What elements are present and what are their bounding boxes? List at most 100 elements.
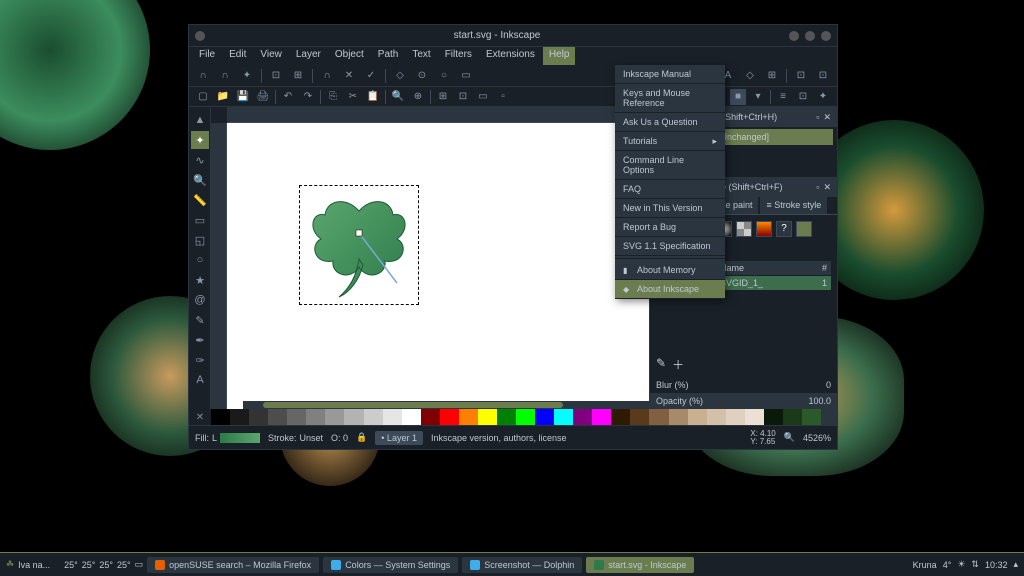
detach-icon[interactable]: ▫ <box>816 112 819 123</box>
paint-current-icon[interactable] <box>796 221 812 237</box>
help-svg-spec[interactable]: SVG 1.1 Specification <box>615 237 725 256</box>
palette-color[interactable] <box>745 409 764 425</box>
zoom-icon[interactable]: 🔍 <box>390 89 406 105</box>
snap-icon[interactable]: ⊙ <box>414 68 430 84</box>
opacity-label[interactable]: O: 0 <box>331 433 348 443</box>
menu-file[interactable]: File <box>193 47 221 65</box>
star-tool-icon[interactable]: ★ <box>191 271 209 289</box>
help-manual[interactable]: Inkscape Manual <box>615 65 725 84</box>
menu-edit[interactable]: Edit <box>223 47 252 65</box>
palette-color[interactable] <box>383 409 402 425</box>
menu-filters[interactable]: Filters <box>439 47 478 65</box>
palette-color[interactable] <box>364 409 383 425</box>
palette-none-icon[interactable]: ✕ <box>189 409 211 425</box>
palette-color[interactable] <box>344 409 363 425</box>
lock-icon[interactable]: 🔒 <box>356 432 367 443</box>
color-picker-icon[interactable]: ▾ <box>750 89 766 105</box>
snap-icon[interactable]: ○ <box>436 68 452 84</box>
menu-path[interactable]: Path <box>372 47 405 65</box>
clone-icon[interactable]: ⊡ <box>455 89 471 105</box>
task-inkscape[interactable]: start.svg - Inkscape <box>586 557 694 573</box>
palette-color[interactable] <box>497 409 516 425</box>
show-desktop-icon[interactable]: ▭ <box>135 559 144 570</box>
help-memory[interactable]: ▮About Memory <box>615 261 725 280</box>
align-icon[interactable]: ⊞ <box>764 68 780 84</box>
pen-tool-icon[interactable]: ✒ <box>191 331 209 349</box>
palette-color[interactable] <box>573 409 592 425</box>
menu-layer[interactable]: Layer <box>290 47 327 65</box>
network-icon[interactable]: ⇅ <box>971 559 979 570</box>
palette-color[interactable] <box>402 409 421 425</box>
palette-color[interactable] <box>592 409 611 425</box>
cut-icon[interactable]: ✂ <box>345 89 361 105</box>
palette-color[interactable] <box>421 409 440 425</box>
selector-tool-icon[interactable]: ▲ <box>191 111 209 129</box>
palette-color[interactable] <box>649 409 668 425</box>
task-settings[interactable]: Colors — System Settings <box>323 557 458 573</box>
menu-text[interactable]: Text <box>406 47 436 65</box>
palette-color[interactable] <box>478 409 497 425</box>
palette-color[interactable] <box>611 409 630 425</box>
undo-icon[interactable]: ↶ <box>280 89 296 105</box>
help-tutorials[interactable]: Tutorials <box>615 132 725 151</box>
palette-color[interactable] <box>726 409 745 425</box>
menu-view[interactable]: View <box>254 47 288 65</box>
user-label[interactable]: Iva na... <box>18 560 50 570</box>
palette-more-icon[interactable] <box>821 409 837 425</box>
ellipse-tool-icon[interactable]: ○ <box>191 251 209 269</box>
close-panel-icon[interactable]: ✕ <box>823 112 831 123</box>
palette-color[interactable] <box>459 409 478 425</box>
ruler-vertical[interactable] <box>211 123 227 409</box>
clock[interactable]: 10:32 <box>985 560 1008 570</box>
add-stop-icon[interactable]: ＋ <box>672 356 684 373</box>
redo-icon[interactable]: ↷ <box>300 89 316 105</box>
canvas[interactable] <box>227 123 649 409</box>
detach-icon[interactable]: ▫ <box>816 182 819 193</box>
palette-color[interactable] <box>802 409 821 425</box>
palette-color[interactable] <box>535 409 554 425</box>
palette-color[interactable] <box>669 409 688 425</box>
snap-icon[interactable]: ∩ <box>217 68 233 84</box>
xml-icon[interactable]: ◇ <box>742 68 758 84</box>
print-icon[interactable]: 🖨 <box>255 89 271 105</box>
help-faq[interactable]: FAQ <box>615 180 725 199</box>
weather-temp[interactable]: 4° <box>943 560 952 570</box>
group-icon[interactable]: ▭ <box>475 89 491 105</box>
object-icon[interactable]: ⊡ <box>795 89 811 105</box>
palette-color[interactable] <box>287 409 306 425</box>
text-tool-icon[interactable]: A <box>191 371 209 389</box>
tweak-tool-icon[interactable]: ∿ <box>191 151 209 169</box>
zoom-icon[interactable]: 🔍 <box>784 432 795 443</box>
node-tool-icon[interactable]: ✦ <box>191 131 209 149</box>
menu-help[interactable]: Help <box>543 47 576 65</box>
snap-icon[interactable]: ⊡ <box>268 68 284 84</box>
palette-color[interactable] <box>554 409 573 425</box>
palette-color[interactable] <box>306 409 325 425</box>
measure-tool-icon[interactable]: 📏 <box>191 191 209 209</box>
tab-stroke-style[interactable]: ≡ Stroke style <box>760 197 827 214</box>
scrollbar-horizontal[interactable] <box>243 401 649 409</box>
copy-icon[interactable]: ⎘ <box>325 89 341 105</box>
palette-color[interactable] <box>325 409 344 425</box>
open-icon[interactable]: 📁 <box>215 89 231 105</box>
help-ask[interactable]: Ask Us a Question <box>615 113 725 132</box>
fill-icon[interactable]: ■ <box>730 89 746 105</box>
brightness-icon[interactable]: ☀ <box>957 559 965 570</box>
palette-color[interactable] <box>440 409 459 425</box>
help-bug[interactable]: Report a Bug <box>615 218 725 237</box>
start-icon[interactable]: ☘ <box>6 559 14 570</box>
help-keys[interactable]: Keys and Mouse Reference <box>615 84 725 113</box>
duplicate-icon[interactable]: ⊞ <box>435 89 451 105</box>
paint-swatch-icon[interactable] <box>756 221 772 237</box>
blur-value[interactable]: 0 <box>826 380 831 390</box>
task-dolphin[interactable]: Screenshot — Dolphin <box>462 557 582 573</box>
close-panel-icon[interactable]: ✕ <box>823 182 831 193</box>
task-firefox[interactable]: openSUSE search – Mozilla Firefox <box>147 557 319 573</box>
snap-icon[interactable]: ⊞ <box>290 68 306 84</box>
maximize-icon[interactable] <box>805 31 815 41</box>
new-icon[interactable]: ▢ <box>195 89 211 105</box>
edit-gradient-icon[interactable]: ✎ <box>656 356 666 373</box>
window-menu-icon[interactable] <box>195 31 205 41</box>
palette-color[interactable] <box>764 409 783 425</box>
spiral-tool-icon[interactable]: @ <box>191 291 209 309</box>
